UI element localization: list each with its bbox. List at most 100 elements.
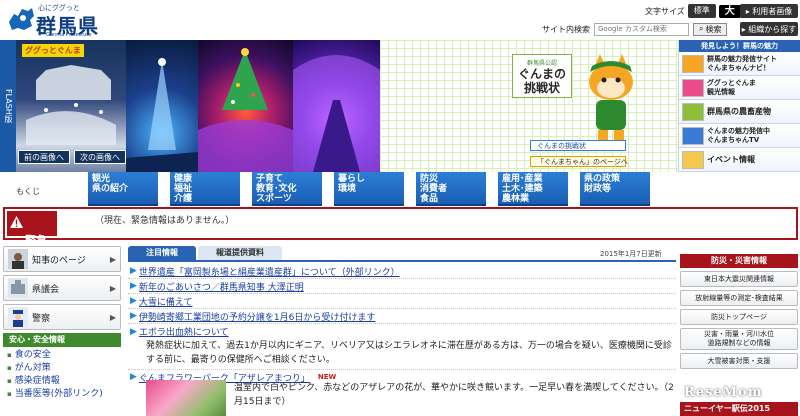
light-tower-photo <box>126 58 198 172</box>
warning-icon <box>10 216 23 228</box>
assembly-label: 県議会 <box>32 284 60 295</box>
radiation-results-button[interactable]: 放射線量等の測定･検査結果 <box>680 290 798 306</box>
gunmachan-page-link[interactable]: 「ぐんまちゃん」のページへ <box>530 156 628 167</box>
banner-photo-illumination-3[interactable] <box>198 40 293 172</box>
promo-item-label: ぐんまの魅力発信中 ぐんまちゃんTV <box>707 126 770 144</box>
site-logo[interactable]: 心にググっと 群馬県 Gunma Prefecture <box>6 2 116 38</box>
nav-policy[interactable]: 県の政策 財政等 <box>580 172 650 206</box>
disaster-rain-river-button[interactable]: 災害・雨量・河川水位 道路規制などの情報 <box>680 328 798 350</box>
gunmachan-link-text: 「ぐんまちゃん」のページへ <box>537 157 628 166</box>
gunmachan-navi-icon <box>682 54 704 73</box>
gunma-map-logo-icon <box>9 8 34 30</box>
prev-image-button[interactable]: 前の画像へ <box>18 150 70 164</box>
banner-photo-illumination-4[interactable] <box>293 40 380 172</box>
list-bullet-icon: ▶ <box>130 296 137 306</box>
disaster-heading: 防災・災害情報 <box>680 254 798 268</box>
news-item[interactable]: ▶ 世界遺産「富岡製糸場と絹産業遺産群」について（外部リンク） <box>128 264 676 279</box>
list-bullet-icon: ▶ <box>130 372 137 382</box>
christmas-tree-photo <box>198 48 293 172</box>
flower-park-photo[interactable] <box>146 380 226 416</box>
main-banner: FLASH版 ググっとぐんま 前の画像へ 次の画像へ 群馬県公認 ぐんまの挑戦状… <box>0 40 800 172</box>
news-item[interactable]: ▶ 伊勢崎寄郷工業団地の予約分譲を1月6日から受け付けます <box>128 309 676 324</box>
nav-health[interactable]: 健康 福祉 介護 <box>170 172 240 206</box>
organization-search-button[interactable]: ▸ 組織から探す <box>740 22 798 36</box>
promo-item-tv[interactable]: ぐんまの魅力発信中 ぐんまちゃんTV <box>679 124 800 148</box>
police-icon <box>8 307 28 327</box>
search-button[interactable]: ⌕ 検索 <box>693 22 728 36</box>
snow-support-button[interactable]: 大雪被害対策・支援 <box>680 353 798 369</box>
new-year-ekiden-banner[interactable]: ニューイヤー駅伝2015 <box>680 402 798 416</box>
gunmachan-tv-icon <box>682 126 704 145</box>
accessibility-button[interactable]: ▸ 利用者画像 <box>740 4 798 18</box>
new-badge: NEW <box>317 373 337 381</box>
page: 心にググっと 群馬県 Gunma Prefecture 文字サイズ 標準 大 ▸… <box>0 0 800 416</box>
nav-education[interactable]: 子育て 教育･文化 スポーツ <box>252 172 322 206</box>
banner-photo-illumination-2[interactable] <box>126 40 198 172</box>
safety-link[interactable]: 食の安全 <box>7 349 117 362</box>
challenge-title: ぐんまの挑戦状 <box>517 67 566 95</box>
news-item[interactable]: ▶ 新年のごあいさつ／群馬県知事 大澤正明 <box>128 279 676 294</box>
next-image-button[interactable]: 次の画像へ <box>74 150 126 164</box>
promo-item-event[interactable]: イベント情報 <box>679 148 800 172</box>
safety-heading: 安心・安全情報 <box>3 333 121 347</box>
list-bullet-icon: ▶ <box>130 281 137 291</box>
disaster-top-button[interactable]: 防災トップページ <box>680 309 798 325</box>
police-button[interactable]: 警察 ▶ <box>3 304 121 330</box>
list-bullet-icon: ▶ <box>130 311 137 321</box>
governor-page-button[interactable]: 知事のページ ▶ <box>3 246 121 272</box>
promo-item-tourism[interactable]: ググっとぐんま 観光情報 <box>679 76 800 100</box>
challenge-small: 群馬県公認 <box>526 60 557 67</box>
event-icon <box>682 150 704 169</box>
right-sidebar: 防災・災害情報 東日本大震災関連情報 放射線量等の測定･検査結果 防災トップペー… <box>680 254 798 369</box>
news-link[interactable]: エボラ出血熱について <box>139 325 229 338</box>
challenge-link[interactable]: ぐんまの挑戦状 <box>530 140 626 151</box>
tab-press-releases[interactable]: 報道提供資料 <box>198 246 282 260</box>
gunma-challenge-banner[interactable]: 群馬県公認 ぐんまの挑戦状 ぐんまの挑戦状 「ぐんまちゃん」のページへ <box>380 40 678 172</box>
promo-heading: 発見しよう！群馬の魅力 <box>679 40 800 52</box>
news-link[interactable]: 大雪に備えて <box>139 295 193 308</box>
font-large-button[interactable]: 大 <box>718 4 741 18</box>
font-standard-button[interactable]: 標準 <box>687 4 716 18</box>
promo-item-farm[interactable]: 群馬県の農畜産物 <box>679 100 800 124</box>
news-tabs: 注目情報 報道提供資料 <box>128 246 282 260</box>
promo-item-navi[interactable]: 群馬の魅力発信サイト ぐんまちゃんナビ！ <box>679 52 800 76</box>
safety-link[interactable]: 当番医等(外部リンク) <box>7 388 117 401</box>
gunmachan-mascot-icon <box>589 54 633 144</box>
nav-living[interactable]: 暮らし 環境 <box>334 172 404 206</box>
assembly-button[interactable]: 県議会 ▶ <box>3 275 121 301</box>
toc-label: もくじ <box>16 187 40 196</box>
nav-tourism[interactable]: 観光 県の紹介 <box>88 172 158 206</box>
farm-products-icon <box>682 102 704 121</box>
challenge-sign: 群馬県公認 ぐんまの挑戦状 <box>512 54 572 98</box>
list-bullet-icon: ▶ <box>130 326 137 337</box>
nav-disaster[interactable]: 防災 消費者 食品 <box>416 172 486 206</box>
left-sidebar: 知事のページ ▶ 県議会 ▶ 警察 ▶ 安心・安全情報 食の安全 がん対策 感染… <box>3 246 121 403</box>
news-link[interactable]: 世界遺産「富岡製糸場と絹産業遺産群」について（外部リンク） <box>139 265 400 278</box>
ebola-body: 発熱症状に加えて、過去1か月以内にギニア、リベリア又はシエラレオネに滞在歴がある… <box>146 341 672 365</box>
news-item[interactable]: ▶ 大雪に備えて <box>128 294 676 309</box>
news-link[interactable]: 伊勢崎寄郷工業団地の予約分譲を1月6日から受け付けます <box>139 310 375 323</box>
search-icon: ⌕ <box>699 24 704 33</box>
emergency-box: 緊急 情報 （現在、緊急情報はありません。） <box>3 207 798 259</box>
news-item[interactable]: ▶ エボラ出血熱について <box>128 324 676 339</box>
site-search: サイト内検索 ⌕検索 <box>542 22 728 36</box>
search-input[interactable] <box>594 22 689 36</box>
earthquake-info-button[interactable]: 東日本大震災関連情報 <box>680 271 798 287</box>
accessibility-button-label: 利用者画像 <box>752 6 793 16</box>
flash-version-tab[interactable]: FLASH版 <box>0 40 16 172</box>
organization-search-label: 組織から探す <box>748 24 797 34</box>
news-link[interactable]: 新年のごあいさつ／群馬県知事 大澤正明 <box>139 280 304 293</box>
tourism-icon <box>682 78 704 97</box>
safety-link[interactable]: 感染症情報 <box>7 375 117 388</box>
nav-industry[interactable]: 雇用･産業 土木･建築 農林業 <box>498 172 568 206</box>
emergency-text: （現在、緊急情報はありません。） <box>95 216 235 226</box>
search-button-label: 検索 <box>705 24 722 34</box>
governor-icon <box>8 249 28 269</box>
promo-item-label: イベント情報 <box>707 154 755 164</box>
tab-featured[interactable]: 注目情報 <box>128 246 196 260</box>
safety-link[interactable]: がん対策 <box>7 362 117 375</box>
promo-item-label: 群馬の魅力発信サイト ぐんまちゃんナビ！ <box>707 54 777 72</box>
list-bullet-icon: ▶ <box>130 266 137 276</box>
light-tunnel-photo <box>293 55 380 172</box>
promo-item-label: 群馬県の農畜産物 <box>707 106 771 116</box>
